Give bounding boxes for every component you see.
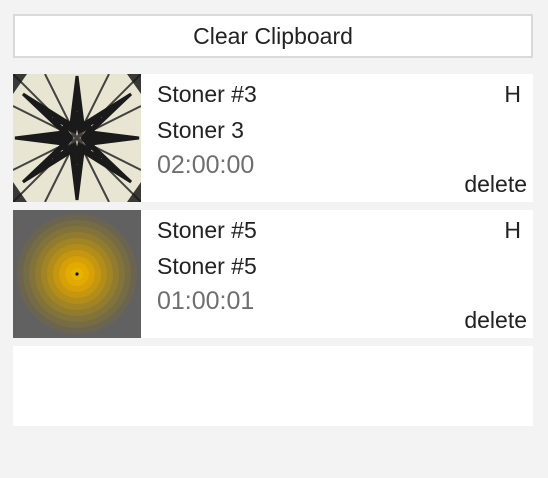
delete-button[interactable]: delete [464, 170, 527, 198]
item-subtitle: Stoner 3 [157, 117, 244, 143]
item-subtitle: Stoner #5 [157, 253, 257, 279]
item-flag-button[interactable]: H [504, 216, 521, 244]
delete-button[interactable]: delete [464, 306, 527, 334]
thumbnail-image [13, 210, 141, 338]
empty-clipboard-slot [13, 346, 533, 426]
item-duration: 01:00:01 [157, 287, 255, 315]
item-duration: 02:00:00 [157, 151, 255, 179]
item-title: Stoner #5 [157, 217, 257, 243]
item-title: Stoner #3 [157, 81, 257, 107]
item-flag-button[interactable]: H [504, 80, 521, 108]
clipboard-item[interactable]: Stoner #5 Stoner #5 01:00:01 H delete [13, 210, 533, 338]
clipboard-item[interactable]: Stoner #3 Stoner 3 02:00:00 H delete [13, 74, 533, 202]
clear-clipboard-button[interactable]: Clear Clipboard [13, 14, 533, 58]
thumbnail-image [13, 74, 141, 202]
